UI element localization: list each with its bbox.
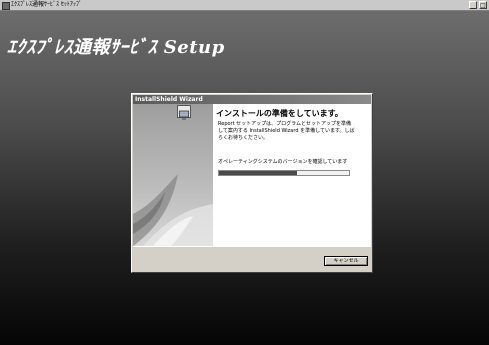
outer-window-title: ｴｸｽﾌﾟﾚｽ通報ｻｰﾋﾞｽ ｾｯﾄｱｯﾌﾟ <box>11 1 82 8</box>
dialog-title-bar: InstallShield Wizard <box>133 95 371 104</box>
maximize-button[interactable]: □ <box>479 1 487 9</box>
minimize-button[interactable]: _ <box>469 1 477 9</box>
progress-bar <box>218 170 350 176</box>
progress-status-text: オペレーティングシステムのバージョンを確認しています <box>218 159 348 165</box>
dialog-heading: インストールの準備をしています。 <box>216 109 343 118</box>
computer-icon <box>177 105 191 120</box>
setup-heading: ｴｸｽﾌﾟﾚｽ通報ｻｰﾋﾞｽ Setup <box>7 37 225 58</box>
dialog-description: Report セットアップは、プログラムとセットアップを準備して案内する Ins… <box>218 121 355 141</box>
outer-title-bar: ｴｸｽﾌﾟﾚｽ通報ｻｰﾋﾞｽ ｾｯﾄｱｯﾌﾟ _ □ <box>0 0 489 11</box>
app-icon <box>2 2 10 10</box>
installshield-dialog: InstallShield Wizard インストールの準備をしています。 Re… <box>131 93 373 273</box>
progress-bar-fill <box>219 171 297 175</box>
wizard-graphic <box>133 104 213 246</box>
cancel-button[interactable]: キャンセル <box>324 256 368 266</box>
